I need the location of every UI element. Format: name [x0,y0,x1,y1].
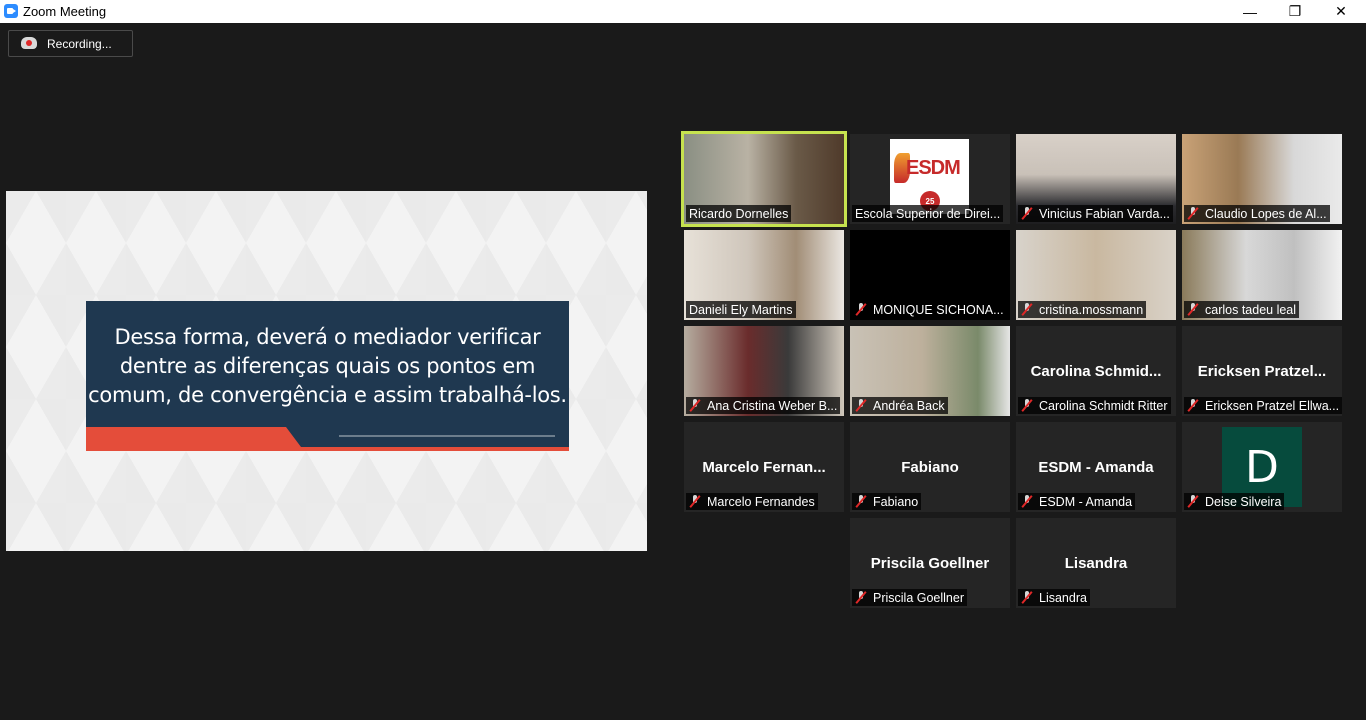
participant-name: Deise Silveira [1205,494,1282,509]
participant-tile[interactable]: Fabiano Fabiano [850,422,1010,512]
recording-indicator[interactable]: Recording... [8,30,133,57]
participant-tile[interactable]: D Deise Silveira [1182,422,1342,512]
slide-line-2: dentre as diferenças quais os pontos em [119,354,536,378]
esdm-logo: ESDM 25 [890,139,969,214]
participant-tile[interactable]: carlos tadeu leal [1182,230,1342,320]
participant-name-label: Claudio Lopes de Al... [1184,205,1330,222]
slide-divider [339,435,555,437]
slide-line-1: Dessa forma, deverá o mediador verificar [114,325,541,349]
participant-name-label: Vinicius Fabian Varda... [1018,205,1173,222]
participant-display-name: ESDM - Amanda [1038,459,1154,476]
participant-display-name: Priscila Goellner [870,555,990,572]
participant-name-label: Escola Superior de Direi... [852,205,1004,222]
slide-text-box: Dessa forma, deverá o mediador verificar… [86,301,569,451]
participant-name-label: MONIQUE SICHONA... [852,301,1007,318]
logo-text: ESDM [906,157,961,179]
participant-name-label: Andréa Back [852,397,948,414]
participant-tile[interactable]: Ericksen Pratzel... Ericksen Pratzel Ellw… [1182,326,1342,416]
participant-name-label: Deise Silveira [1184,493,1285,510]
participant-name-label: Marcelo Fernandes [686,493,818,510]
participant-display-name: Lisandra [1064,555,1128,572]
participant-name: Andréa Back [873,398,945,413]
title-bar: Zoom Meeting — ❐ ✕ [0,0,1366,23]
participant-name: Fabiano [873,494,919,509]
participant-name: Vinicius Fabian Varda... [1039,206,1170,221]
participant-name: cristina.mossmann [1039,302,1144,317]
participant-tile[interactable]: Carolina Schmid... Carolina Schmidt Ritte… [1016,326,1176,416]
mic-muted-icon [689,399,701,412]
participant-tile[interactable]: Marcelo Fernan... Marcelo Fernandes [684,422,844,512]
recording-label: Recording... [47,37,112,51]
close-button[interactable]: ✕ [1318,0,1364,23]
mic-muted-icon [855,591,867,604]
slide-line-3: comum, de convergência e assim trabalhá-… [88,383,567,407]
participant-tile[interactable]: Ana Cristina Weber B... [684,326,844,416]
participant-name: Ricardo Dornelles [689,206,789,221]
participant-name: Carolina Schmidt Ritter [1039,398,1168,413]
mic-muted-icon [1187,399,1199,412]
participant-name-label: Priscila Goellner [852,589,968,606]
participant-name-label: Carolina Schmidt Ritter [1018,397,1171,414]
participant-tile[interactable]: Danieli Ely Martins [684,230,844,320]
participant-tile[interactable]: Claudio Lopes de Al... [1182,134,1342,224]
participant-display-name: Ericksen Pratzel... [1197,363,1327,380]
zoom-app-icon [4,4,18,18]
participant-name-label: Ericksen Pratzel Ellwa... [1184,397,1342,414]
mic-muted-icon [855,399,867,412]
mic-muted-icon [689,495,701,508]
participant-name-label: carlos tadeu leal [1184,301,1300,318]
participant-display-name: Marcelo Fernan... [702,459,826,476]
mic-muted-icon [1187,207,1199,220]
participant-tile[interactable]: Andréa Back [850,326,1010,416]
mic-muted-icon [1021,207,1033,220]
participant-name: Marcelo Fernandes [707,494,815,509]
mic-muted-icon [1021,591,1033,604]
participant-name: MONIQUE SICHONA... [873,302,1004,317]
slide-text: Dessa forma, deverá o mediador verificar… [86,323,569,410]
participant-name: Ericksen Pratzel Ellwa... [1205,398,1340,413]
participant-name: ESDM - Amanda [1039,494,1133,509]
participant-tile[interactable]: Ricardo Dornelles [681,131,847,227]
participant-name-label: Ricardo Dornelles [686,205,792,222]
mic-muted-icon [1187,495,1199,508]
minimize-button[interactable]: — [1227,0,1273,23]
participant-tile[interactable]: MONIQUE SICHONA... [850,230,1010,320]
participant-name: carlos tadeu leal [1205,302,1297,317]
mic-muted-icon [855,495,867,508]
participant-tile[interactable]: ESDM - Amanda ESDM - Amanda [1016,422,1176,512]
window-title: Zoom Meeting [23,4,107,19]
participant-name-label: cristina.mossmann [1018,301,1147,318]
participant-name-label: Ana Cristina Weber B... [686,397,841,414]
mic-muted-icon [855,303,867,316]
participant-tile[interactable]: ESDM 25 Escola Superior de Direi... [850,134,1010,224]
participant-name: Escola Superior de Direi... [855,206,1001,221]
participant-tile[interactable]: Priscila Goellner Priscila Goellner [850,518,1010,608]
participant-tile[interactable]: Lisandra Lisandra [1016,518,1176,608]
mic-muted-icon [1021,399,1033,412]
participant-name-label: ESDM - Amanda [1018,493,1136,510]
restore-button[interactable]: ❐ [1272,0,1318,23]
participant-display-name: Fabiano [901,459,959,476]
participant-name: Priscila Goellner [873,590,965,605]
shared-screen: Dessa forma, deverá o mediador verificar… [6,191,647,551]
mic-muted-icon [1021,495,1033,508]
cloud-record-icon [21,37,37,49]
participant-name-label: Fabiano [852,493,922,510]
participant-name: Claudio Lopes de Al... [1205,206,1327,221]
participant-display-name: Carolina Schmid... [1030,363,1162,380]
participant-name: Ana Cristina Weber B... [707,398,838,413]
slide-accent-bar [86,427,569,451]
participant-name: Lisandra [1039,590,1087,605]
participant-name-label: Lisandra [1018,589,1090,606]
mic-muted-icon [1021,303,1033,316]
participant-tile[interactable]: Vinicius Fabian Varda... [1016,134,1176,224]
participant-name-label: Danieli Ely Martins [686,301,796,318]
participant-tile[interactable]: cristina.mossmann [1016,230,1176,320]
mic-muted-icon [1187,303,1199,316]
participant-name: Danieli Ely Martins [689,302,793,317]
